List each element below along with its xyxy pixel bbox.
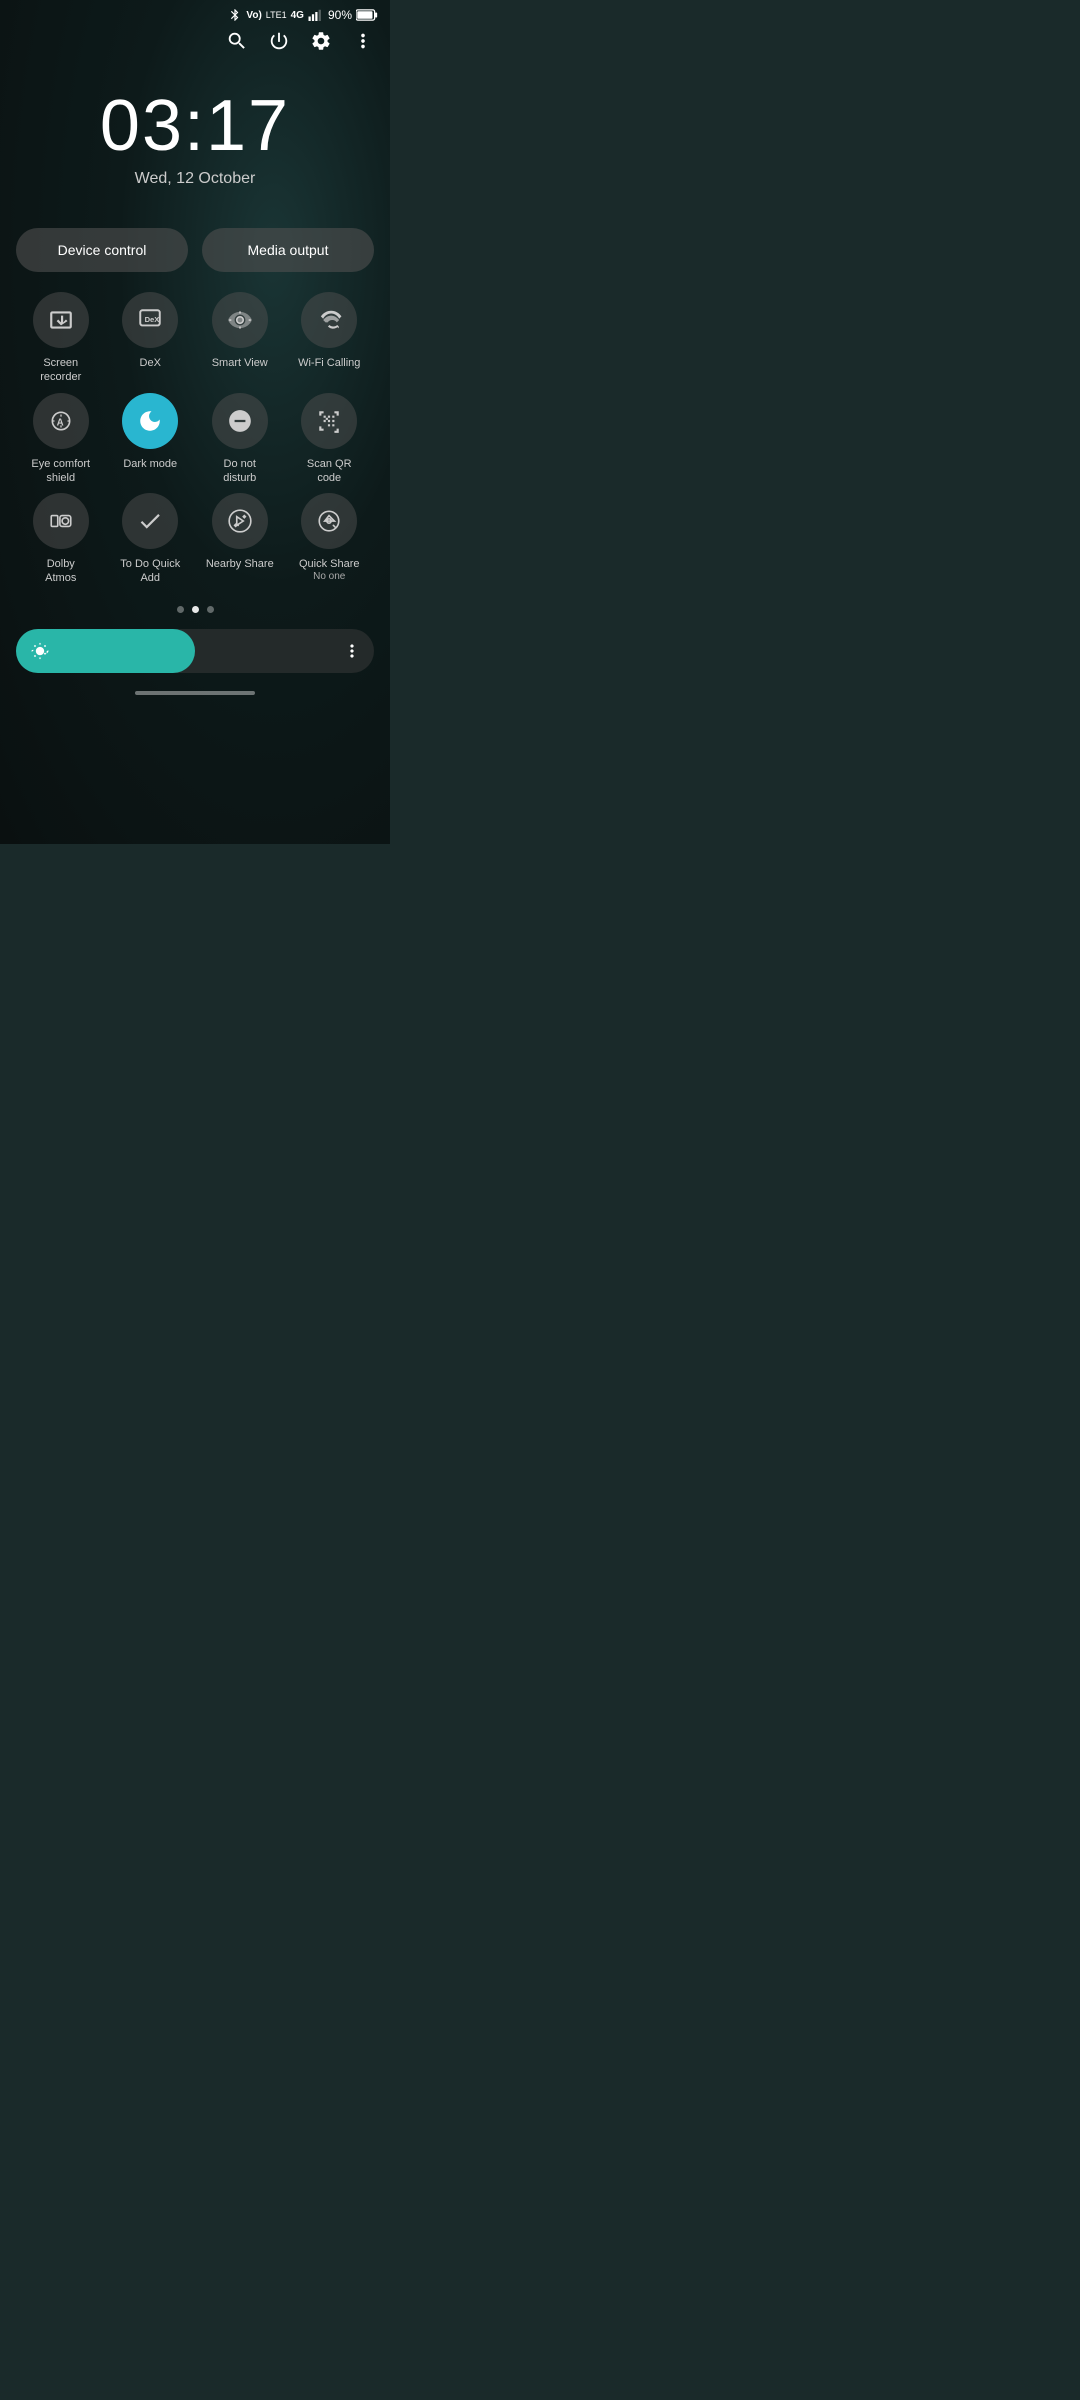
todo-quick-add-icon-wrap [122, 493, 178, 549]
todo-quick-add-label: To Do QuickAdd [120, 557, 180, 586]
qs-scan-qr[interactable]: Scan QRcode [289, 393, 369, 486]
dark-mode-label: Dark mode [123, 457, 177, 471]
wifi-calling-icon-wrap [301, 292, 357, 348]
scan-qr-label: Scan QRcode [307, 457, 352, 486]
eye-comfort-label: Eye comfortshield [31, 457, 90, 486]
smart-view-icon [227, 307, 253, 333]
dex-icon-wrap: DeX [122, 292, 178, 348]
wifi-calling-icon [316, 307, 342, 333]
home-bar [135, 691, 255, 695]
quick-share-sublabel: No one [313, 571, 345, 582]
pagination-dot-3 [207, 606, 214, 613]
qs-todo-quick-add[interactable]: To Do QuickAdd [110, 493, 190, 586]
qs-quick-share[interactable]: Quick Share No one [289, 493, 369, 586]
dolby-atmos-icon-wrap [33, 493, 89, 549]
media-output-button[interactable]: Media output [202, 228, 374, 272]
eye-comfort-icon: A [48, 408, 74, 434]
lte-label: LTE1 [266, 10, 287, 20]
nearby-share-icon-wrap [212, 493, 268, 549]
smart-view-label: Smart View [212, 356, 268, 370]
quick-settings: Screenrecorder DeX DeX [0, 292, 390, 594]
action-buttons: Device control Media output [0, 228, 390, 292]
qs-row-1: Screenrecorder DeX DeX [16, 292, 374, 385]
wifi-calling-label: Wi-Fi Calling [298, 356, 360, 370]
do-not-disturb-label: Do notdisturb [223, 457, 256, 486]
power-icon[interactable] [268, 30, 290, 52]
nearby-share-icon [227, 508, 253, 534]
pagination-dot-1 [177, 606, 184, 613]
svg-text:A: A [56, 417, 63, 428]
more-options-icon[interactable] [352, 30, 374, 52]
clock-date: Wed, 12 October [135, 170, 256, 188]
dolby-atmos-label: DolbyAtmos [45, 557, 76, 586]
brightness-more-button[interactable] [342, 641, 362, 661]
qs-dolby-atmos[interactable]: DolbyAtmos [21, 493, 101, 586]
pagination [0, 594, 390, 623]
screen-recorder-icon [48, 307, 74, 333]
bluetooth-icon [228, 8, 242, 22]
signal-icon [308, 9, 324, 21]
brightness-slider[interactable] [16, 629, 374, 673]
search-icon[interactable] [226, 30, 248, 52]
battery-percent: 90% [328, 8, 352, 22]
qs-eye-comfort[interactable]: A Eye comfortshield [21, 393, 101, 486]
quick-share-icon-wrap [301, 493, 357, 549]
do-not-disturb-icon [227, 408, 253, 434]
settings-icon[interactable] [310, 30, 332, 52]
svg-text:DeX: DeX [145, 315, 160, 324]
nearby-share-label: Nearby Share [206, 557, 274, 571]
todo-quick-add-icon [137, 508, 163, 534]
qs-nearby-share[interactable]: Nearby Share [200, 493, 280, 586]
status-bar: Vo) LTE1 4G 90% [0, 0, 390, 26]
scan-qr-icon [316, 408, 342, 434]
eye-comfort-icon-wrap: A [33, 393, 89, 449]
top-controls [0, 26, 390, 60]
qs-row-2: A Eye comfortshield Dark mode [16, 393, 374, 486]
dark-mode-icon [137, 408, 163, 434]
dolby-atmos-icon [48, 508, 74, 534]
screen-recorder-label: Screenrecorder [40, 356, 81, 385]
pagination-dot-2 [192, 606, 199, 613]
scan-qr-icon-wrap [301, 393, 357, 449]
qs-dark-mode[interactable]: Dark mode [110, 393, 190, 486]
device-control-button[interactable]: Device control [16, 228, 188, 272]
brightness-icon [26, 637, 54, 665]
quick-share-icon [316, 508, 342, 534]
dark-mode-icon-wrap [122, 393, 178, 449]
screen-recorder-icon-wrap [33, 292, 89, 348]
qs-row-3: DolbyAtmos To Do QuickAdd [16, 493, 374, 586]
volte-label: Vo) [246, 10, 261, 21]
qs-dex[interactable]: DeX DeX [110, 292, 190, 385]
clock-section: 03:17 Wed, 12 October [0, 60, 390, 228]
smart-view-icon-wrap [212, 292, 268, 348]
qs-wifi-calling[interactable]: Wi-Fi Calling [289, 292, 369, 385]
battery-icon [356, 9, 378, 21]
clock-time: 03:17 [100, 90, 290, 162]
quick-share-label: Quick Share [299, 557, 360, 571]
status-icons: Vo) LTE1 4G 90% [228, 8, 378, 22]
qs-smart-view[interactable]: Smart View [200, 292, 280, 385]
do-not-disturb-icon-wrap [212, 393, 268, 449]
qs-screen-recorder[interactable]: Screenrecorder [21, 292, 101, 385]
dex-icon: DeX [137, 307, 163, 333]
dex-label: DeX [140, 356, 161, 370]
home-indicator [0, 683, 390, 699]
4g-label: 4G [291, 10, 304, 21]
qs-do-not-disturb[interactable]: Do notdisturb [200, 393, 280, 486]
